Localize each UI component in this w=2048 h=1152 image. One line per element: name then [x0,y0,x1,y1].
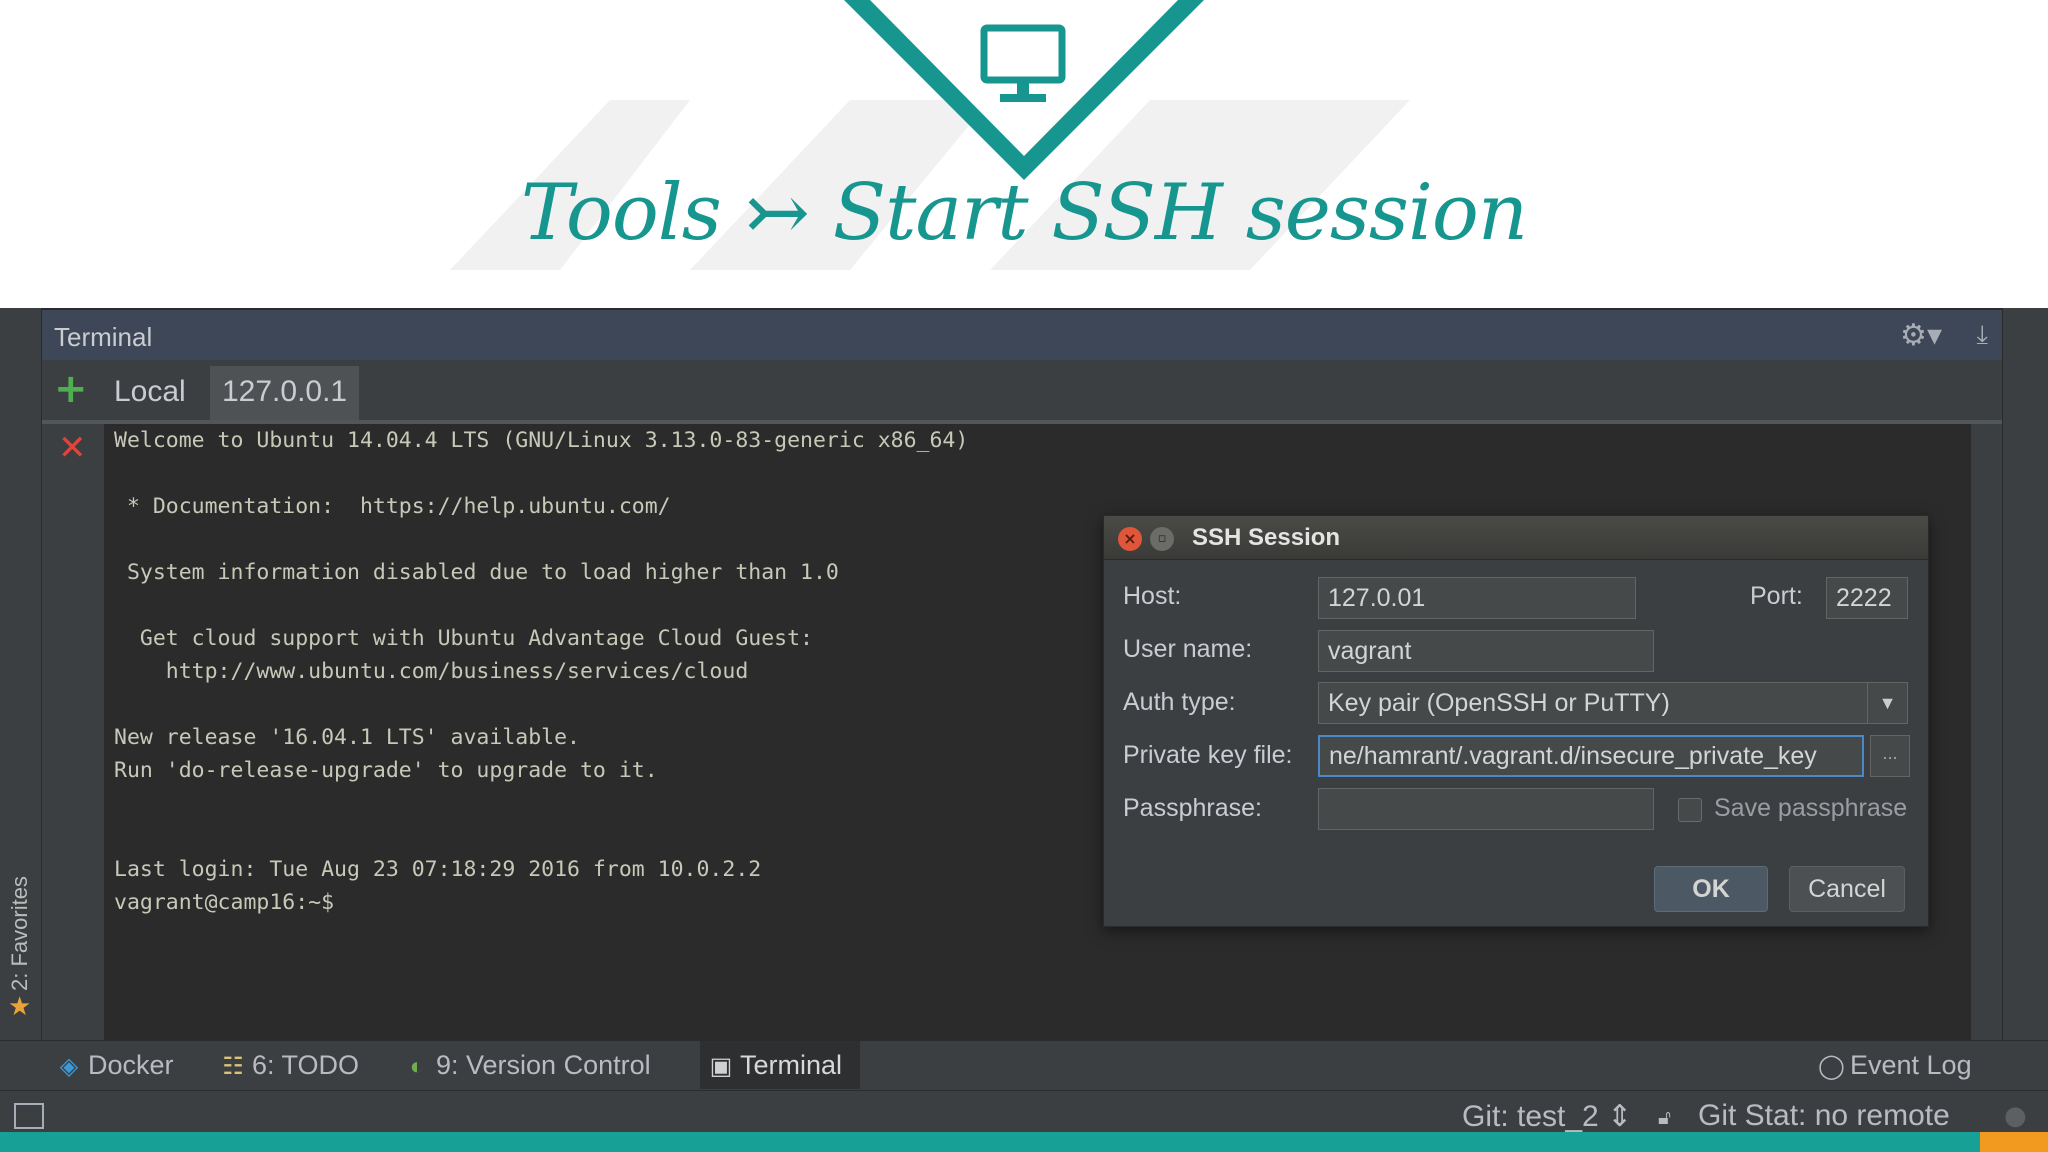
cancel-button[interactable]: Cancel [1789,866,1905,912]
tab-local[interactable]: Local [102,366,198,420]
terminal-line: System information disabled due to load … [114,560,839,585]
browse-button[interactable]: ... [1870,735,1910,777]
terminal-prompt: vagrant@camp16:~$ [114,890,335,915]
tab-127-0-0-1[interactable]: 127.0.0.1 [210,366,360,420]
chevron-down-icon[interactable]: ▼ [1867,683,1907,723]
passphrase-label: Passphrase: [1123,794,1262,822]
terminal-line: Run 'do-release-upgrade' to upgrade to i… [114,758,658,783]
star-icon: ★ [8,992,32,1022]
hide-window-icon[interactable]: ⤓ [1977,320,1989,351]
close-session-icon[interactable]: ✕ [58,428,87,468]
dialog-titlebar: × ▫ SSH Session [1104,516,1928,560]
terminal-line: New release '16.04.1 LTS' available. [114,725,580,750]
username-label: User name: [1123,635,1253,663]
event-log-button[interactable]: ◯ Event Log [1818,1041,1972,1089]
toggle-tool-windows-icon[interactable] [14,1103,44,1129]
terminal-tabs: + Local 127.0.0.1 [42,360,2002,424]
docker-tool-button[interactable]: ◈ Docker [56,1041,174,1089]
todo-icon: ☷ [222,1053,244,1080]
port-input[interactable]: 2222 [1826,577,1908,619]
right-tool-stripe [2002,308,2048,1040]
terminal-scrollbar[interactable] [1970,424,2002,1040]
terminal-line: Get cloud support with Ubuntu Advantage … [114,626,813,651]
save-passphrase-label: Save passphrase [1714,794,1908,822]
version-control-tool-button[interactable]: ◐ 9: Version Control [404,1041,651,1089]
terminal-tool-button[interactable]: ▣ Terminal [700,1041,861,1089]
tool-window-strip: ◈ Docker ☷ 6: TODO ◐ 9: Version Control ▣ Te… [0,1040,2048,1090]
git-status-widget[interactable]: Git Stat: no remote [1698,1099,1950,1133]
slide-accent-bar [0,1132,1980,1152]
slide-header: Tools ↣ Start SSH session [0,0,2048,308]
auth-type-label: Auth type: [1123,688,1236,716]
minimize-icon[interactable]: ▫ [1150,527,1174,551]
slide-title: Tools ↣ Start SSH session [520,168,1528,258]
host-input[interactable]: 127.0.01 [1318,577,1636,619]
gear-icon[interactable]: ⚙▾ [1900,318,1942,353]
slide-accent-corner [1980,1132,2048,1152]
lock-icon[interactable]: 🔓︎ [1658,1105,1671,1129]
private-key-input[interactable]: ne/hamrant/.vagrant.d/insecure_private_k… [1318,735,1864,777]
monitor-logo-icon [844,0,1204,180]
auth-type-select[interactable]: Key pair (OpenSSH or PuTTY) ▼ [1318,682,1908,724]
terminal-line: Welcome to Ubuntu 14.04.4 LTS (GNU/Linux… [114,428,969,453]
passphrase-input[interactable] [1318,788,1654,830]
terminal-icon: ▣ [709,1053,733,1080]
private-key-label: Private key file: [1123,741,1293,769]
docker-icon: ◈ [59,1053,79,1080]
username-input[interactable]: vagrant [1318,630,1654,672]
left-tool-stripe: 2: Favorites ★ [0,308,42,1040]
close-icon[interactable]: × [1118,527,1142,551]
port-label: Port: [1750,582,1803,610]
inspector-icon[interactable]: ● [2004,1101,2027,1131]
host-label: Host: [1123,582,1182,610]
favorites-label: 2: Favorites [7,876,32,991]
todo-tool-button[interactable]: ☷ 6: TODO [220,1041,359,1089]
dialog-title: SSH Session [1192,524,1341,551]
ssh-session-dialog: × ▫ SSH Session Host: 127.0.01 Port: 222… [1103,515,1929,927]
terminal-line: * Documentation: https://help.ubuntu.com… [114,494,671,519]
favorites-button[interactable]: 2: Favorites ★ [2,848,40,1022]
tool-window-title: Terminal [54,322,153,352]
tool-window-header: Terminal ⚙▾ ⤓ [42,308,2002,360]
ok-button[interactable]: OK [1654,866,1768,912]
terminal-line: http://www.ubuntu.com/business/services/… [114,659,749,684]
save-passphrase-checkbox[interactable] [1678,798,1702,822]
terminal-gutter: ✕ [42,424,104,1040]
plus-icon[interactable]: + [54,366,88,412]
git-branch-widget[interactable]: Git: test_2 ⇕ [1462,1099,1632,1134]
speech-bubble-icon: ◯ [1818,1053,1845,1080]
terminal-line: Last login: Tue Aug 23 07:18:29 2016 fro… [114,857,762,882]
version-control-icon: ◐ [409,1053,425,1080]
